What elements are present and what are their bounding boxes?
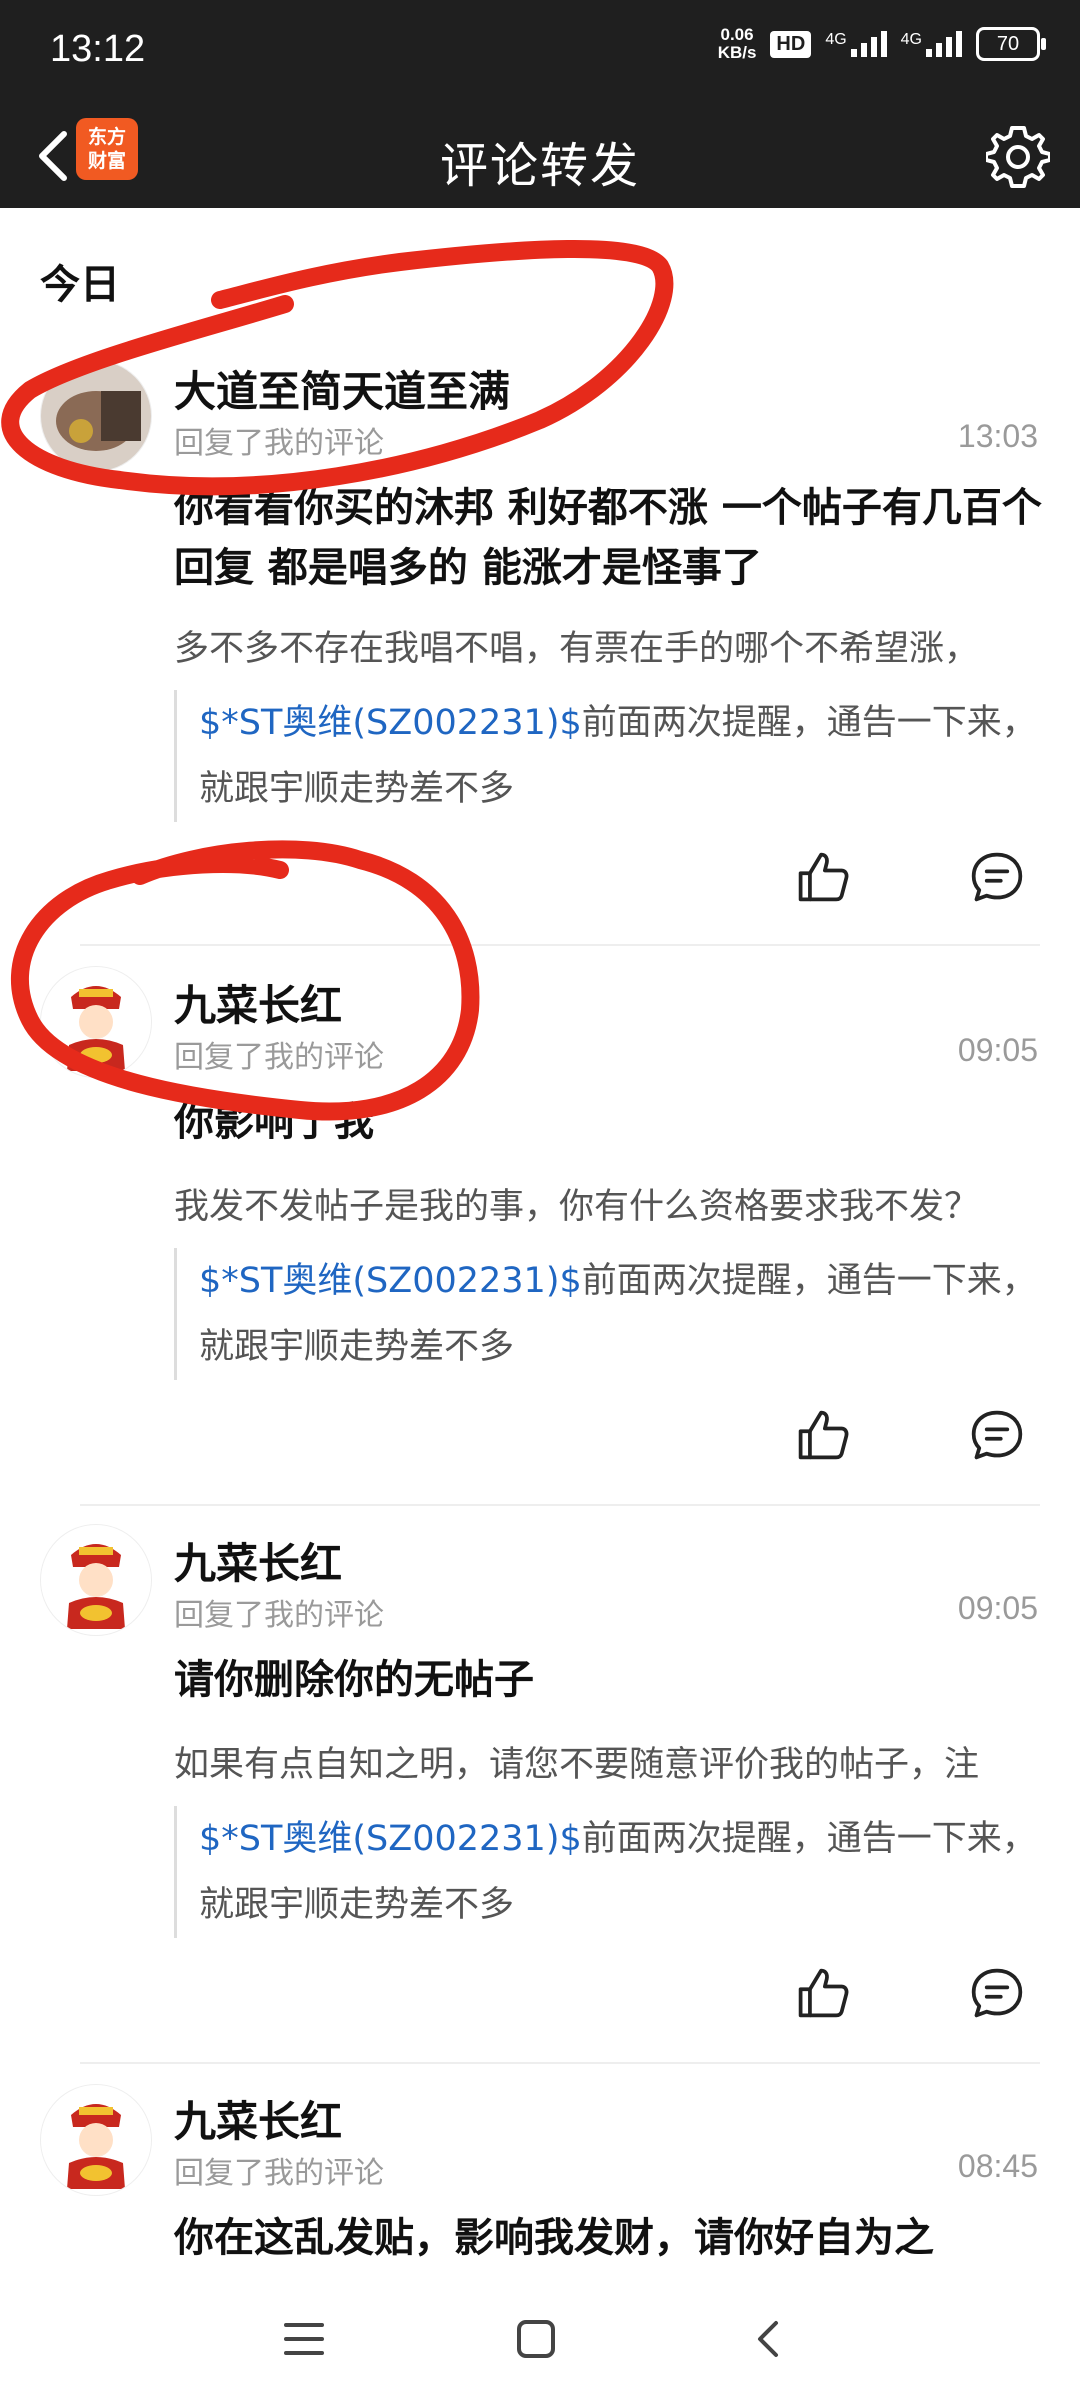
fortune-god-avatar-icon	[41, 1525, 151, 1635]
my-comment[interactable]: 我发不发帖子是我的事，你有什么资格要求我不发？	[174, 1178, 1044, 1229]
avatar[interactable]	[40, 966, 152, 1078]
divider	[80, 1504, 1040, 1506]
like-button[interactable]	[788, 1400, 858, 1470]
comment-bubble-icon	[971, 1968, 1023, 2018]
status-bar: 13:12 0.06 KB/s HD 4G 4G 70	[0, 0, 1080, 104]
stock-link[interactable]: $*ST奥维(SZ002231)$	[199, 1261, 582, 1301]
comment-bubble-icon	[971, 852, 1023, 902]
status-time: 13:12	[50, 28, 146, 70]
username[interactable]: 九菜长红	[174, 2088, 342, 2149]
username[interactable]: 九菜长红	[174, 1530, 342, 1591]
back-chevron-icon	[758, 2321, 778, 2357]
avatar[interactable]	[40, 2084, 152, 2196]
status-icons: 0.06 KB/s HD 4G 4G 70	[718, 26, 1046, 62]
battery-level: 70	[996, 32, 1020, 55]
comment-bubble-icon	[971, 1410, 1023, 1460]
thumbs-up-icon	[798, 852, 849, 902]
comment-button[interactable]	[962, 842, 1032, 912]
item-time: 09:05	[957, 1590, 1038, 1626]
app-header: 东方 财富 评论转发	[0, 104, 1080, 208]
item-subtitle: 回复了我的评论	[174, 426, 384, 461]
reply-text[interactable]: 你看看你买的沐邦 利好都不涨 一个帖子有几百个回复 都是唱多的 能涨才是怪事了	[174, 478, 1044, 598]
item-time: 08:45	[957, 2148, 1038, 2184]
stock-link[interactable]: $*ST奥维(SZ002231)$	[199, 703, 582, 743]
avatar[interactable]	[40, 1524, 152, 1636]
like-button[interactable]	[788, 1958, 858, 2028]
quoted-post[interactable]: $*ST奥维(SZ002231)$前面两次提醒，通告一下来，就跟宇顺走势差不多	[174, 690, 1059, 822]
username[interactable]: 大道至简天道至满	[174, 358, 510, 419]
net-speed-unit: KB/s	[717, 43, 757, 62]
reply-text[interactable]: 请你删除你的无帖子	[174, 1650, 1044, 1710]
comment-button[interactable]	[962, 1400, 1032, 1470]
net2-label: 4G	[900, 31, 922, 48]
my-comment[interactable]: 多不多不存在我唱不唱，有票在手的哪个不希望涨，	[174, 620, 1044, 671]
quoted-post[interactable]: $*ST奥维(SZ002231)$前面两次提醒，通告一下来，就跟宇顺走势差不多	[174, 1248, 1059, 1380]
net-speed-value: 0.06	[720, 25, 754, 44]
battery-icon: 70	[976, 27, 1046, 61]
page-title: 评论转发	[439, 138, 640, 194]
signal-1-icon: 4G	[825, 31, 887, 57]
avatar[interactable]	[40, 360, 152, 472]
home-square-icon	[517, 2320, 555, 2358]
item-subtitle: 回复了我的评论	[174, 1598, 384, 1633]
my-comment[interactable]: 如果有点自知之明，请您不要随意评价我的帖子，注	[174, 1736, 1044, 1787]
fortune-god-avatar-icon	[41, 2085, 151, 2195]
gear-icon	[986, 126, 1050, 188]
system-nav-bar	[0, 2280, 1080, 2400]
comment-button[interactable]	[962, 1958, 1032, 2028]
item-subtitle: 回复了我的评论	[174, 1040, 384, 1075]
signal-2-icon: 4G	[901, 31, 962, 57]
reply-text[interactable]: 你在这乱发贴，影响我发财，请你好自为之	[174, 2208, 1044, 2268]
reply-text[interactable]: 你影响了我	[174, 1092, 1044, 1152]
item-subtitle: 回复了我的评论	[174, 2156, 384, 2191]
like-button[interactable]	[788, 842, 858, 912]
notification-item[interactable]: 九菜长红 回复了我的评论 09:05 你影响了我 我发不发帖子是我的事，你有什么…	[0, 960, 1080, 1506]
fortune-god-avatar-icon	[41, 967, 151, 1077]
item-time: 13:03	[957, 418, 1038, 454]
item-time: 09:05	[957, 1032, 1038, 1068]
username[interactable]: 九菜长红	[174, 972, 342, 1033]
nav-back-button[interactable]	[728, 2304, 808, 2374]
notification-item[interactable]: 九菜长红 回复了我的评论 09:05 请你删除你的无帖子 如果有点自知之明，请您…	[0, 1518, 1080, 2064]
quoted-post[interactable]: $*ST奥维(SZ002231)$前面两次提醒，通告一下来，就跟宇顺走势差不多	[174, 1806, 1059, 1938]
stock-link[interactable]: $*ST奥维(SZ002231)$	[199, 1819, 582, 1859]
net1-label: 4G	[825, 31, 847, 48]
menu-icon	[284, 2323, 324, 2355]
divider	[80, 944, 1040, 946]
home-button[interactable]	[496, 2304, 576, 2374]
hd-badge: HD	[770, 30, 812, 58]
notification-item[interactable]: 九菜长红 回复了我的评论 08:45 你在这乱发贴，影响我发财，请你好自为之	[0, 2076, 1080, 2276]
thumbs-up-icon	[798, 1410, 849, 1460]
section-label-today: 今日	[40, 262, 120, 308]
settings-button[interactable]	[982, 120, 1054, 192]
net-speed: 0.06 KB/s	[718, 26, 757, 62]
menu-button[interactable]	[264, 2304, 344, 2374]
notification-item[interactable]: 大道至简天道至满 回复了我的评论 13:03 你看看你买的沐邦 利好都不涨 一个…	[0, 340, 1080, 946]
divider	[80, 2062, 1040, 2064]
photo-avatar-icon	[41, 361, 151, 471]
thumbs-up-icon	[798, 1968, 849, 2018]
